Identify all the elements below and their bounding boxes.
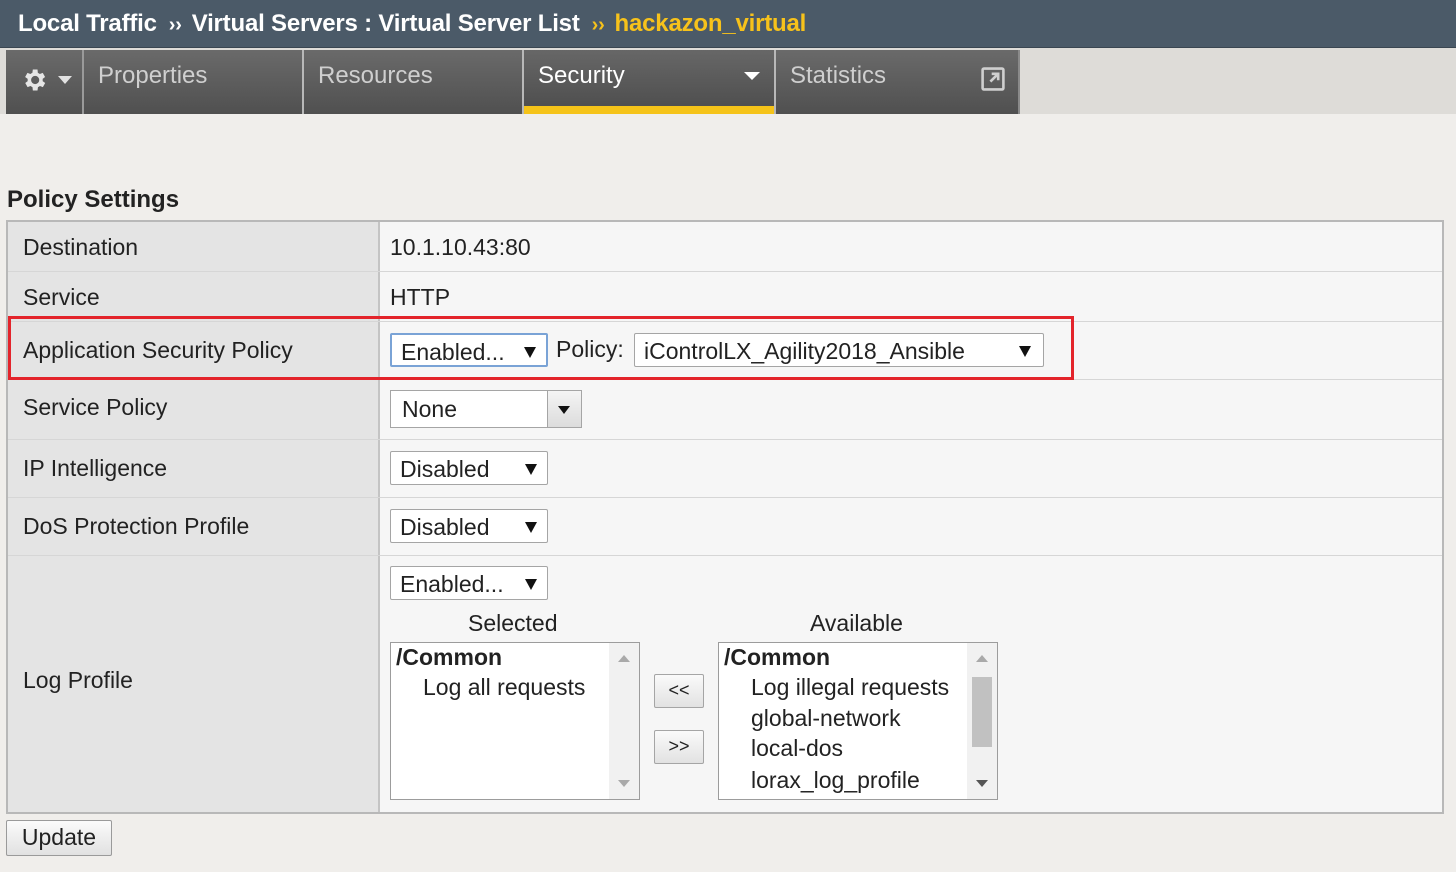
breadcrumb-local-traffic[interactable]: Local Traffic [18, 10, 157, 37]
row-label: Service [23, 284, 100, 310]
table-row-destination: Destination 10.1.10.43:80 [8, 222, 1442, 272]
tab-label: Security [538, 62, 625, 89]
select-value: Disabled [400, 456, 490, 482]
ip-intelligence-select[interactable]: Disabled [390, 451, 548, 485]
table-row-service-policy: Service Policy None [8, 380, 1442, 440]
row-label: DoS Protection Profile [23, 513, 250, 539]
table-row-service: Service HTTP [8, 272, 1442, 322]
breadcrumb-separator: ›› [168, 14, 182, 36]
table-row-log-profile: Log Profile Enabled... Selected Availabl… [8, 556, 1442, 812]
list-item[interactable]: Log illegal requests [751, 674, 949, 701]
breadcrumb-current: hackazon_virtual [614, 10, 807, 37]
select-value: iControlLX_Agility2018_Ansible [644, 338, 965, 364]
policy-settings-table: Destination 10.1.10.43:80 Service HTTP A… [6, 220, 1444, 814]
table-row-dos-protection-profile: DoS Protection Profile Disabled [8, 498, 1442, 556]
destination-value: 10.1.10.43:80 [390, 234, 531, 260]
scroll-up-icon[interactable] [618, 655, 630, 662]
table-row-application-security-policy: Application Security Policy Enabled... P… [8, 322, 1442, 380]
row-value-cell: 10.1.10.43:80 [380, 222, 1442, 271]
list-item[interactable]: Log all requests [423, 674, 585, 701]
scroll-up-icon[interactable] [976, 655, 988, 662]
tab-security[interactable]: Security [524, 50, 776, 114]
move-to-selected-button[interactable]: << [654, 674, 704, 708]
chevron-down-icon [558, 406, 570, 414]
list-group-header: /Common [724, 644, 831, 670]
tab-statistics[interactable]: Statistics [776, 50, 1020, 114]
row-value-cell: Disabled [380, 498, 1442, 555]
service-value: HTTP [390, 284, 451, 310]
update-button[interactable]: Update [6, 820, 112, 856]
row-value-cell: HTTP [380, 272, 1442, 321]
scrollbar-thumb[interactable] [972, 677, 992, 747]
row-label-cell: IP Intelligence [8, 440, 380, 497]
app-security-state-select[interactable]: Enabled... [390, 333, 548, 367]
tab-strip: Properties Resources Security Statistics [0, 48, 1456, 114]
select-value: Enabled... [400, 571, 504, 597]
log-profile-state-select[interactable]: Enabled... [390, 566, 548, 600]
available-log-profiles-list[interactable]: /Common Log illegal requests global-netw… [718, 642, 998, 800]
row-value-cell: Disabled [380, 440, 1442, 497]
chevron-down-icon[interactable] [744, 72, 760, 80]
list-group-header: /Common [396, 644, 503, 670]
selected-log-profiles-list[interactable]: /Common Log all requests [390, 642, 640, 800]
select-value: Enabled... [401, 339, 505, 365]
row-value-cell: Enabled... Policy: iControlLX_Agility201… [380, 322, 1442, 379]
row-value-cell: None [380, 380, 1442, 439]
section-title: Policy Settings [7, 186, 180, 213]
dropdown-arrow-icon [524, 347, 536, 358]
scroll-down-icon[interactable] [976, 780, 988, 787]
dropdown-arrow-icon [525, 464, 537, 475]
row-label: Service Policy [23, 394, 168, 420]
select-value: Disabled [400, 514, 490, 540]
row-label-cell: Log Profile [8, 556, 380, 812]
row-label: IP Intelligence [23, 455, 168, 481]
breadcrumb-virtual-server-list[interactable]: Virtual Servers : Virtual Server List [192, 10, 580, 37]
policy-label: Policy: [556, 336, 624, 362]
popout-icon[interactable] [980, 66, 1006, 92]
dropdown-arrow-icon [1019, 346, 1031, 357]
tab-label: Statistics [790, 62, 887, 89]
scroll-down-icon[interactable] [618, 780, 630, 787]
row-label-cell: Destination [8, 222, 380, 271]
move-to-available-button[interactable]: >> [654, 730, 704, 764]
row-label-cell: Service Policy [8, 380, 380, 439]
breadcrumb-separator: ›› [591, 14, 605, 36]
list-item[interactable]: lorax_log_profile [751, 767, 920, 794]
available-header: Available [810, 610, 903, 636]
list-item[interactable]: global-network [751, 705, 901, 732]
scrollbar[interactable] [967, 643, 997, 799]
breadcrumb-bar: Local Traffic ›› Virtual Servers : Virtual… [0, 0, 1456, 48]
tab-gear-menu[interactable] [6, 50, 84, 114]
list-item[interactable]: local-dos [751, 735, 843, 762]
row-label: Destination [23, 234, 139, 260]
scrollbar[interactable] [609, 643, 639, 799]
row-label-cell: Application Security Policy [8, 322, 380, 379]
gear-icon [25, 69, 46, 91]
combo-dropdown-button[interactable] [547, 391, 581, 427]
row-label: Log Profile [23, 667, 133, 693]
service-policy-combo[interactable]: None [390, 390, 582, 428]
dropdown-arrow-icon [525, 579, 537, 590]
row-label: Application Security Policy [23, 337, 293, 363]
table-row-ip-intelligence: IP Intelligence Disabled [8, 440, 1442, 498]
row-label-cell: DoS Protection Profile [8, 498, 380, 555]
combo-value: None [402, 396, 457, 422]
row-value-cell: Enabled... Selected Available /Common Lo… [380, 556, 1442, 812]
tab-label: Resources [318, 62, 433, 89]
row-label-cell: Service [8, 272, 380, 321]
tab-properties[interactable]: Properties [84, 50, 304, 114]
dropdown-arrow-icon [525, 522, 537, 533]
tab-resources[interactable]: Resources [304, 50, 524, 114]
policy-select[interactable]: iControlLX_Agility2018_Ansible [634, 333, 1044, 367]
breadcrumb: Local Traffic ›› Virtual Servers : Virtual… [18, 10, 806, 38]
selected-header: Selected [468, 610, 558, 636]
dos-profile-select[interactable]: Disabled [390, 509, 548, 543]
tab-list: Properties Resources Security Statistics [6, 50, 1020, 114]
chevron-down-icon [58, 76, 72, 84]
tab-label: Properties [98, 62, 208, 89]
